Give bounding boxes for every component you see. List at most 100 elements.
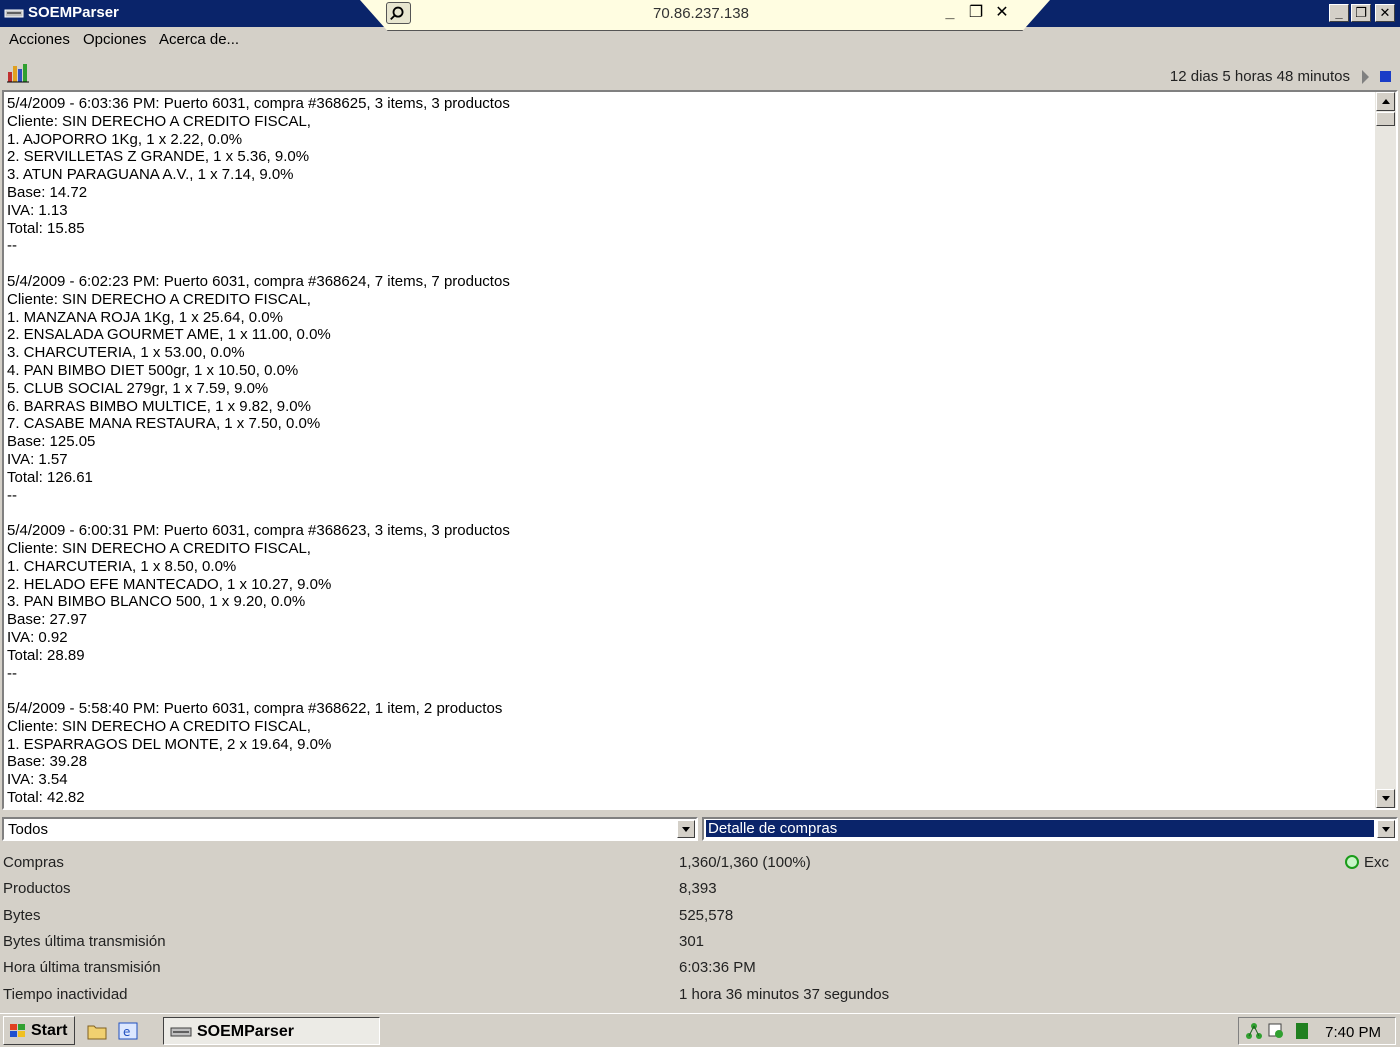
menu-opciones[interactable]: Opciones xyxy=(83,31,146,48)
uptime-label: 12 dias 5 horas 48 minutos xyxy=(1169,68,1350,85)
app-icon xyxy=(170,1027,192,1037)
network-icon[interactable] xyxy=(1245,1022,1263,1040)
task-label: SOEMParser xyxy=(197,1023,294,1040)
play-icon[interactable] xyxy=(1362,70,1369,84)
stat-value: 1 hora 36 minutos 37 segundos xyxy=(679,986,890,1003)
log-line: IVA: 3.54 xyxy=(7,771,68,789)
close-button[interactable]: ✕ xyxy=(1375,4,1395,22)
log-entry: 5/4/2009 - 6:03:36 PM: Puerto 6031, comp… xyxy=(7,95,1367,255)
stat-label: Bytes xyxy=(3,907,41,924)
stop-icon[interactable] xyxy=(1380,71,1391,82)
chevron-down-icon[interactable] xyxy=(677,820,695,838)
log-entry: 5/4/2009 - 6:02:23 PM: Puerto 6031, comp… xyxy=(7,273,1367,504)
restore-button[interactable]: ❐ xyxy=(1351,4,1371,22)
log-line: 1. CHARCUTERIA, 1 x 8.50, 0.0% xyxy=(7,557,237,575)
stats-panel: Compras 1,360/1,360 (100%) Productos 8,3… xyxy=(0,850,1400,1010)
log-line: Base: 14.72 xyxy=(7,183,88,201)
stat-label: Bytes última transmisión xyxy=(3,933,166,950)
log-line: Total: 28.89 xyxy=(7,646,85,664)
monitor-icon[interactable] xyxy=(1267,1022,1285,1040)
log-line: IVA: 1.57 xyxy=(7,450,68,468)
stat-label: Productos xyxy=(3,880,71,897)
menu-acerca-de[interactable]: Acerca de... xyxy=(159,31,239,48)
menu-bar: Acciones Opciones Acerca de... xyxy=(0,29,1400,53)
pin-icon[interactable] xyxy=(386,2,411,24)
log-line: Base: 39.28 xyxy=(7,753,88,771)
stat-label: Tiempo inactividad xyxy=(3,986,128,1003)
svg-text:e: e xyxy=(123,1025,130,1039)
taskbar: Start e SOEMParser 7:40 PM xyxy=(0,1013,1400,1047)
log-line: 3. CHARCUTERIA, 1 x 53.00, 0.0% xyxy=(7,344,245,362)
system-tray: 7:40 PM xyxy=(1238,1017,1396,1045)
log-line: Cliente: SIN DERECHO A CREDITO FISCAL, xyxy=(7,717,311,735)
log-line: 3. PAN BIMBO BLANCO 500, 1 x 9.20, 0.0% xyxy=(7,593,306,611)
bar-chart-icon[interactable] xyxy=(6,62,30,84)
log-line: -- xyxy=(7,664,17,682)
rdp-close-icon[interactable]: ✕ xyxy=(992,3,1012,23)
log-line: 1. MANZANA ROJA 1Kg, 1 x 25.64, 0.0% xyxy=(7,308,283,326)
log-entry: 5/4/2009 - 6:00:31 PM: Puerto 6031, comp… xyxy=(7,522,1367,682)
app-icon xyxy=(4,9,24,18)
port-filter-select[interactable]: Todos xyxy=(2,817,698,841)
scroll-down-button[interactable] xyxy=(1376,789,1395,808)
status-indicator-icon xyxy=(1345,855,1359,869)
log-line: Total: 126.61 xyxy=(7,468,93,486)
log-line: IVA: 1.13 xyxy=(7,201,68,219)
log-line: 2. SERVILLETAS Z GRANDE, 1 x 5.36, 9.0% xyxy=(7,148,310,166)
start-label: Start xyxy=(31,1022,68,1039)
toolbar: 12 dias 5 horas 48 minutos xyxy=(0,58,1400,88)
log-text: 5/4/2009 - 6:03:36 PM: Puerto 6031, comp… xyxy=(7,95,1367,808)
port-filter-value: Todos xyxy=(8,821,49,838)
menu-acciones[interactable]: Acciones xyxy=(9,31,70,48)
status-text: Exc xyxy=(1364,854,1390,871)
log-line: 5/4/2009 - 5:58:40 PM: Puerto 6031, comp… xyxy=(7,700,503,718)
folder-icon[interactable] xyxy=(86,1021,108,1041)
log-line: 4. PAN BIMBO DIET 500gr, 1 x 10.50, 0.0% xyxy=(7,361,299,379)
log-line: 3. ATUN PARAGUANA A.V., 1 x 7.14, 9.0% xyxy=(7,166,294,184)
log-line: Cliente: SIN DERECHO A CREDITO FISCAL, xyxy=(7,539,311,557)
log-line: 2. HELADO EFE MANTECADO, 1 x 10.27, 9.0% xyxy=(7,575,332,593)
stat-label: Compras xyxy=(3,854,64,871)
log-line: 6. BARRAS BIMBO MULTICE, 1 x 9.82, 9.0% xyxy=(7,397,311,415)
stat-value: 525,578 xyxy=(679,907,734,924)
activity-icon[interactable] xyxy=(1293,1022,1311,1040)
remote-address: 70.86.237.138 xyxy=(653,5,749,22)
log-line: 5. CLUB SOCIAL 279gr, 1 x 7.59, 9.0% xyxy=(7,379,269,397)
windows-flag-icon xyxy=(10,1024,25,1037)
log-line: Base: 125.05 xyxy=(7,433,96,451)
log-line: Cliente: SIN DERECHO A CREDITO FISCAL, xyxy=(7,112,311,130)
view-mode-select[interactable]: Detalle de compras xyxy=(702,817,1398,841)
log-line: 1. ESPARRAGOS DEL MONTE, 2 x 19.64, 9.0% xyxy=(7,735,332,753)
log-entry: 5/4/2009 - 5:58:40 PM: Puerto 6031, comp… xyxy=(7,700,1367,807)
window-title: SOEMParser xyxy=(28,4,119,21)
stat-value: 301 xyxy=(679,933,705,950)
scroll-thumb[interactable] xyxy=(1376,112,1395,126)
rdp-minimize-icon[interactable]: _ xyxy=(940,3,960,23)
log-line: 7. CASABE MANA RESTAURA, 1 x 7.50, 0.0% xyxy=(7,415,321,433)
log-line: 5/4/2009 - 6:03:36 PM: Puerto 6031, comp… xyxy=(7,95,510,112)
log-line: 5/4/2009 - 6:02:23 PM: Puerto 6031, comp… xyxy=(7,272,510,290)
log-line: Total: 15.85 xyxy=(7,219,85,237)
rdp-restore-icon[interactable]: ❐ xyxy=(966,3,986,23)
chevron-down-icon[interactable] xyxy=(1377,820,1395,838)
stat-value: 1,360/1,360 (100%) xyxy=(679,854,811,871)
task-soemparser[interactable]: SOEMParser xyxy=(163,1017,380,1045)
log-line: IVA: 0.92 xyxy=(7,628,68,646)
browser-icon[interactable]: e xyxy=(117,1021,139,1041)
stat-label: Hora última transmisión xyxy=(3,959,161,976)
log-line: -- xyxy=(7,237,17,255)
log-line: Base: 27.97 xyxy=(7,611,88,629)
start-button[interactable]: Start xyxy=(3,1016,75,1045)
log-line: Total: 42.82 xyxy=(7,789,85,807)
stat-value: 8,393 xyxy=(679,880,717,897)
log-line: 1. AJOPORRO 1Kg, 1 x 2.22, 0.0% xyxy=(7,130,243,148)
scroll-up-button[interactable] xyxy=(1376,92,1395,111)
log-line: -- xyxy=(7,486,17,504)
stat-value: 6:03:36 PM xyxy=(679,959,756,976)
vertical-scrollbar[interactable] xyxy=(1375,92,1396,808)
view-mode-value: Detalle de compras xyxy=(706,820,1374,837)
log-line: 2. ENSALADA GOURMET AME, 1 x 11.00, 0.0% xyxy=(7,326,331,344)
minimize-button[interactable]: _ xyxy=(1329,4,1349,22)
log-line: Cliente: SIN DERECHO A CREDITO FISCAL, xyxy=(7,290,311,308)
purchase-log[interactable]: 5/4/2009 - 6:03:36 PM: Puerto 6031, comp… xyxy=(2,90,1398,810)
